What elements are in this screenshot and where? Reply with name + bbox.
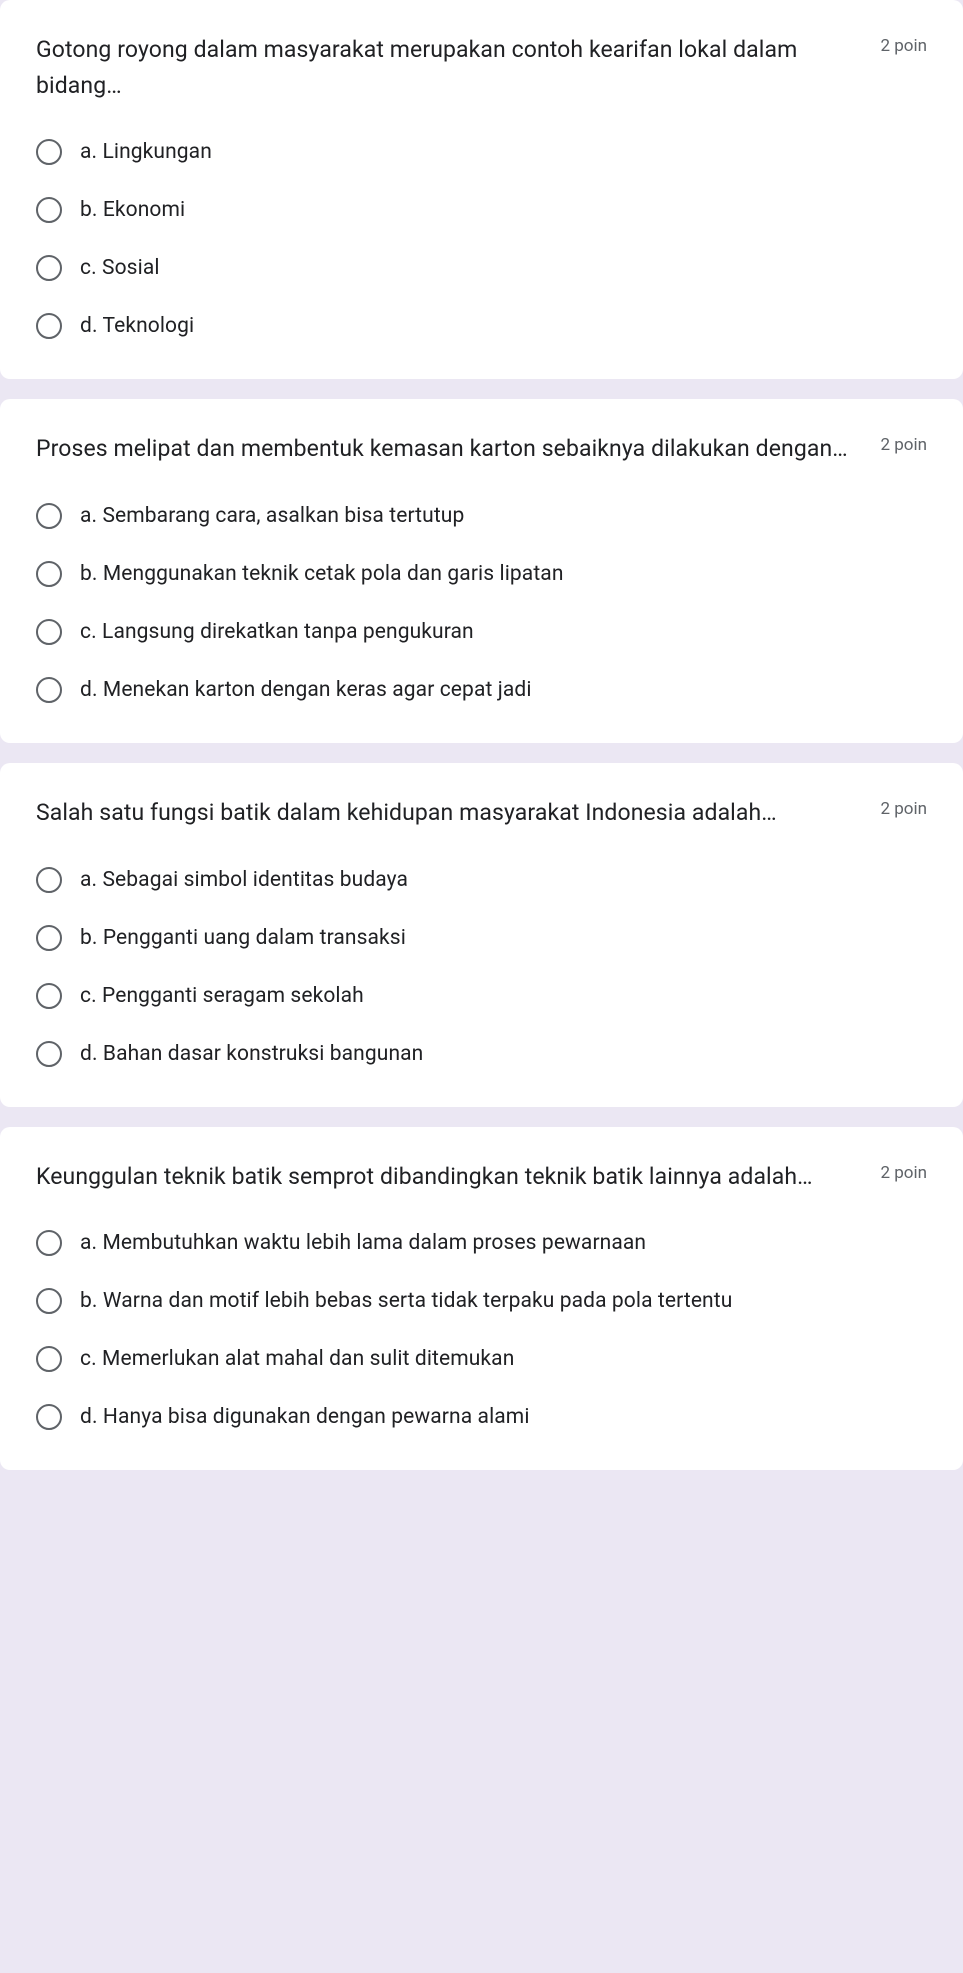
option-d[interactable]: d. Hanya bisa digunakan dengan pewarna a… <box>36 1404 927 1430</box>
radio-icon <box>36 561 62 587</box>
radio-icon <box>36 1346 62 1372</box>
option-b[interactable]: b. Warna dan motif lebih bebas serta tid… <box>36 1288 927 1314</box>
question-header: Gotong royong dalam masyarakat merupakan… <box>36 32 927 103</box>
option-a[interactable]: a. Membutuhkan waktu lebih lama dalam pr… <box>36 1230 927 1256</box>
option-label: a. Membutuhkan waktu lebih lama dalam pr… <box>80 1231 646 1255</box>
option-label: b. Menggunakan teknik cetak pola dan gar… <box>80 562 564 586</box>
option-label: d. Hanya bisa digunakan dengan pewarna a… <box>80 1405 530 1429</box>
option-c[interactable]: c. Langsung direkatkan tanpa pengukuran <box>36 619 927 645</box>
options-group: a. Sembarang cara, asalkan bisa tertutup… <box>36 503 927 703</box>
radio-icon <box>36 619 62 645</box>
radio-icon <box>36 1230 62 1256</box>
question-points: 2 poin <box>880 795 927 819</box>
option-d[interactable]: d. Bahan dasar konstruksi bangunan <box>36 1041 927 1067</box>
radio-icon <box>36 255 62 281</box>
option-d[interactable]: d. Teknologi <box>36 313 927 339</box>
option-b[interactable]: b. Pengganti uang dalam transaksi <box>36 925 927 951</box>
option-d[interactable]: d. Menekan karton dengan keras agar cepa… <box>36 677 927 703</box>
option-label: c. Sosial <box>80 256 160 280</box>
options-group: a. Sebagai simbol identitas budaya b. Pe… <box>36 867 927 1067</box>
option-label: b. Pengganti uang dalam transaksi <box>80 926 406 950</box>
option-label: b. Warna dan motif lebih bebas serta tid… <box>80 1289 732 1313</box>
radio-icon <box>36 313 62 339</box>
option-label: d. Bahan dasar konstruksi bangunan <box>80 1042 423 1066</box>
option-label: c. Pengganti seragam sekolah <box>80 984 364 1008</box>
options-group: a. Lingkungan b. Ekonomi c. Sosial d. Te… <box>36 139 927 339</box>
radio-icon <box>36 1288 62 1314</box>
option-c[interactable]: c. Sosial <box>36 255 927 281</box>
radio-icon <box>36 677 62 703</box>
option-b[interactable]: b. Menggunakan teknik cetak pola dan gar… <box>36 561 927 587</box>
option-c[interactable]: c. Pengganti seragam sekolah <box>36 983 927 1009</box>
option-label: a. Sebagai simbol identitas budaya <box>80 868 408 892</box>
option-label: b. Ekonomi <box>80 198 185 222</box>
option-a[interactable]: a. Sembarang cara, asalkan bisa tertutup <box>36 503 927 529</box>
option-c[interactable]: c. Memerlukan alat mahal dan sulit ditem… <box>36 1346 927 1372</box>
question-card: Gotong royong dalam masyarakat merupakan… <box>0 0 963 379</box>
question-points: 2 poin <box>880 32 927 56</box>
option-label: a. Lingkungan <box>80 140 212 164</box>
radio-icon <box>36 983 62 1009</box>
option-b[interactable]: b. Ekonomi <box>36 197 927 223</box>
radio-icon <box>36 1041 62 1067</box>
question-text: Proses melipat dan membentuk kemasan kar… <box>36 431 860 467</box>
question-text: Salah satu fungsi batik dalam kehidupan … <box>36 795 860 831</box>
question-header: Proses melipat dan membentuk kemasan kar… <box>36 431 927 467</box>
option-a[interactable]: a. Lingkungan <box>36 139 927 165</box>
option-label: a. Sembarang cara, asalkan bisa tertutup <box>80 504 464 528</box>
options-group: a. Membutuhkan waktu lebih lama dalam pr… <box>36 1230 927 1430</box>
option-label: d. Menekan karton dengan keras agar cepa… <box>80 678 532 702</box>
radio-icon <box>36 197 62 223</box>
question-card: Keunggulan teknik batik semprot dibandin… <box>0 1127 963 1471</box>
question-card: Salah satu fungsi batik dalam kehidupan … <box>0 763 963 1107</box>
question-header: Salah satu fungsi batik dalam kehidupan … <box>36 795 927 831</box>
question-text: Keunggulan teknik batik semprot dibandin… <box>36 1159 860 1195</box>
question-header: Keunggulan teknik batik semprot dibandin… <box>36 1159 927 1195</box>
question-points: 2 poin <box>880 1159 927 1183</box>
option-a[interactable]: a. Sebagai simbol identitas budaya <box>36 867 927 893</box>
question-text: Gotong royong dalam masyarakat merupakan… <box>36 32 860 103</box>
option-label: d. Teknologi <box>80 314 194 338</box>
radio-icon <box>36 1404 62 1430</box>
option-label: c. Langsung direkatkan tanpa pengukuran <box>80 620 474 644</box>
radio-icon <box>36 867 62 893</box>
radio-icon <box>36 925 62 951</box>
radio-icon <box>36 139 62 165</box>
question-points: 2 poin <box>880 431 927 455</box>
option-label: c. Memerlukan alat mahal dan sulit ditem… <box>80 1347 514 1371</box>
radio-icon <box>36 503 62 529</box>
question-card: Proses melipat dan membentuk kemasan kar… <box>0 399 963 743</box>
